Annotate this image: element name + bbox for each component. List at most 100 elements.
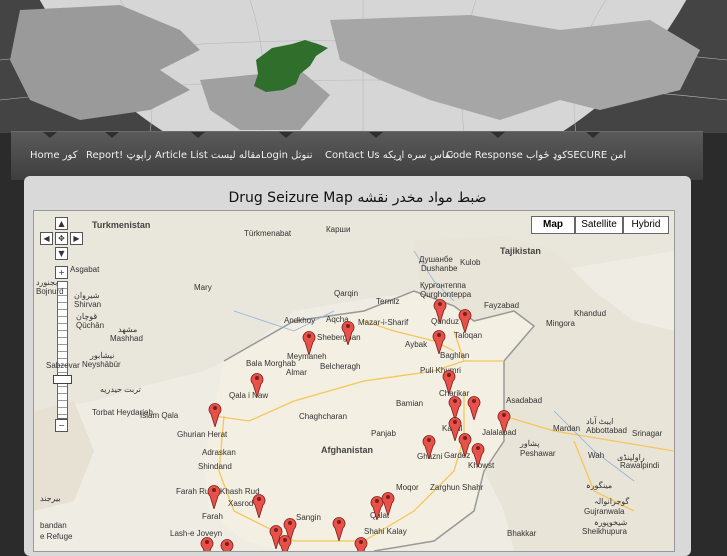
map-type-hybrid-button[interactable]: Hybrid bbox=[623, 216, 669, 234]
zoom-slider-track[interactable] bbox=[57, 281, 68, 419]
map-label: Termiz bbox=[376, 297, 400, 306]
map-label: Afghanistan bbox=[321, 445, 374, 455]
map-label: Mazar-i-Sharif bbox=[358, 318, 409, 327]
nav-notch-icon bbox=[191, 132, 205, 138]
map-label: Islam Qala bbox=[140, 411, 179, 420]
map-label: Panjab bbox=[371, 429, 396, 438]
map-label: Карши bbox=[326, 225, 351, 234]
seizure-marker-pin-icon[interactable] bbox=[207, 483, 221, 509]
seizure-marker-pin-icon[interactable] bbox=[497, 408, 511, 434]
map-label: Sabzevar bbox=[46, 361, 80, 370]
map-label: Tajikistan bbox=[500, 246, 541, 256]
seizure-marker-pin-icon[interactable] bbox=[200, 535, 214, 552]
seizure-marker-pin-icon[interactable] bbox=[278, 533, 292, 552]
nav-contact-us[interactable]: Contact Us تماس سره اړیکه bbox=[325, 150, 454, 161]
map-label: پشاور bbox=[520, 439, 540, 448]
map-label: Moqor bbox=[396, 483, 419, 492]
map-label: Shahi Kalay bbox=[364, 527, 407, 536]
map-label: Mashhad bbox=[110, 334, 143, 343]
map-label: Wah bbox=[588, 451, 605, 460]
zoom-slider-handle[interactable] bbox=[53, 375, 72, 384]
map-type-satellite-button[interactable]: Satellite bbox=[575, 216, 623, 234]
map-label: bandan bbox=[40, 521, 67, 530]
seizure-marker-pin-icon[interactable] bbox=[252, 492, 266, 518]
map-label: Душанбе bbox=[419, 255, 453, 264]
pan-left-icon[interactable]: ◀ bbox=[40, 232, 53, 245]
map-label: Belcheragh bbox=[320, 362, 361, 371]
seizure-marker-pin-icon[interactable] bbox=[208, 401, 222, 427]
seizure-marker-pin-icon[interactable] bbox=[433, 297, 447, 323]
map-label: Andkhoy bbox=[284, 316, 316, 325]
map-label: شیروان bbox=[74, 291, 100, 300]
map-label: Qarqin bbox=[334, 289, 359, 298]
map-title: Drug Seizure Map ضبط مواد مخدر نقشه bbox=[228, 190, 487, 206]
map-label: Almar bbox=[286, 368, 307, 377]
nav-notch-icon bbox=[105, 132, 119, 138]
pan-down-icon[interactable]: ▼ bbox=[55, 247, 68, 260]
seizure-marker-pin-icon[interactable] bbox=[458, 431, 472, 457]
map-label: Bhakkar bbox=[507, 529, 537, 538]
nav-notch-icon bbox=[491, 132, 505, 138]
map-label: گوجرانوالہ bbox=[594, 497, 630, 506]
zoom-out-icon[interactable]: − bbox=[55, 419, 68, 432]
map-label: قوچان bbox=[76, 312, 98, 321]
seizure-marker-pin-icon[interactable] bbox=[354, 535, 368, 552]
drug-seizure-map[interactable]: Map Satellite Hybrid ▲ ◀ ✥ ▶ ▼ + − Turkm… bbox=[33, 210, 675, 552]
map-label: Mingora bbox=[546, 319, 575, 328]
map-type-map-button[interactable]: Map bbox=[531, 216, 575, 234]
map-label: Kulob bbox=[460, 258, 481, 267]
map-label: بجنورد bbox=[36, 278, 58, 287]
map-label: شیخوپورہ bbox=[594, 518, 628, 527]
map-label: Lash-e Joveyn bbox=[170, 529, 223, 538]
map-label: e Refuge bbox=[40, 532, 73, 541]
map-label: Fayzabad bbox=[484, 301, 520, 310]
map-label: Khandud bbox=[574, 309, 607, 318]
map-label: مینگورہ bbox=[586, 481, 613, 490]
map-label: Bojnurd bbox=[36, 287, 64, 296]
nav-notch-icon bbox=[369, 132, 383, 138]
nav-login[interactable]: Login ننوتل bbox=[261, 150, 312, 161]
seizure-marker-pin-icon[interactable] bbox=[471, 441, 485, 467]
map-label: Abbottabad bbox=[586, 426, 627, 435]
map-label: Zarghun Shahr bbox=[430, 483, 484, 492]
seizure-marker-pin-icon[interactable] bbox=[381, 490, 395, 516]
map-label: Қурғонтеппа bbox=[420, 281, 466, 290]
seizure-marker-pin-icon[interactable] bbox=[250, 371, 264, 397]
map-label: Aybak bbox=[405, 340, 428, 349]
nav-article-list[interactable]: Article List مقاله لیست bbox=[155, 150, 261, 161]
seizure-marker-pin-icon[interactable] bbox=[422, 433, 436, 459]
seizure-marker-pin-icon[interactable] bbox=[432, 328, 446, 354]
map-label: Shindand bbox=[198, 462, 232, 471]
map-label: Neyshābūr bbox=[82, 360, 121, 369]
nav-notch-icon bbox=[586, 132, 600, 138]
globe-graphic bbox=[0, 0, 727, 133]
pan-up-icon[interactable]: ▲ bbox=[55, 217, 68, 230]
seizure-marker-pin-icon[interactable] bbox=[442, 368, 456, 394]
nav-code-response[interactable]: Code Response کوډ ځواب bbox=[446, 150, 567, 161]
map-label: Xasrod bbox=[228, 499, 254, 508]
map-label: Chaghcharan bbox=[299, 412, 348, 421]
map-label: Asgabat bbox=[70, 265, 100, 274]
main-navigation: Home کور Report! راپوټ Article List مقال… bbox=[11, 131, 703, 180]
nav-home[interactable]: Home کور bbox=[30, 150, 77, 161]
header-banner-globe bbox=[0, 0, 727, 133]
map-label: Asadabad bbox=[506, 396, 543, 405]
pan-center-icon[interactable]: ✥ bbox=[55, 232, 68, 245]
map-base bbox=[34, 211, 674, 551]
nav-report[interactable]: Report! راپوټ bbox=[86, 150, 151, 161]
nav-secure[interactable]: SECURE امن bbox=[567, 150, 626, 161]
pan-right-icon[interactable]: ▶ bbox=[70, 232, 83, 245]
map-label: Farah bbox=[202, 512, 223, 521]
seizure-marker-pin-icon[interactable] bbox=[341, 319, 355, 345]
map-label: Bamian bbox=[396, 399, 424, 408]
content-panel: Drug Seizure Map ضبط مواد مخدر نقشه Map … bbox=[24, 176, 691, 556]
seizure-marker-pin-icon[interactable] bbox=[458, 307, 472, 333]
seizure-marker-pin-icon[interactable] bbox=[467, 394, 481, 420]
map-label: Qūchān bbox=[76, 321, 105, 330]
map-label: Turkmenistan bbox=[92, 220, 151, 230]
map-label: ایبٹ آباد bbox=[586, 417, 614, 426]
map-label: Rawalpindi bbox=[620, 461, 660, 470]
map-label: Sheikhupura bbox=[582, 527, 627, 536]
seizure-marker-pin-icon[interactable] bbox=[302, 329, 316, 355]
seizure-marker-pin-icon[interactable] bbox=[332, 515, 346, 541]
